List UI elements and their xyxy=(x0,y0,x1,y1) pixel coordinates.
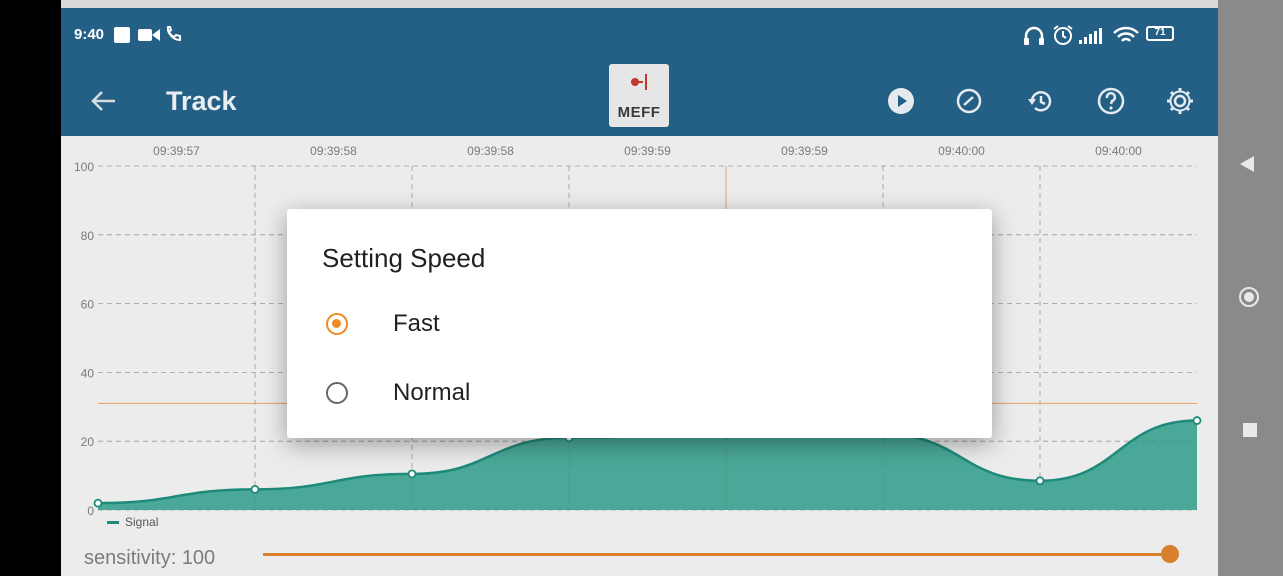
option-normal[interactable]: Normal xyxy=(322,370,962,418)
radio-normal[interactable] xyxy=(326,382,348,404)
radio-fast[interactable] xyxy=(326,313,348,335)
dialog-title: Setting Speed xyxy=(322,243,486,273)
nav-recents-icon[interactable] xyxy=(1243,423,1257,437)
app-window: 9:40 71 Track MEFF 100 80 60 40 20 0 09:… xyxy=(61,8,1218,576)
option-fast[interactable]: Fast xyxy=(322,301,962,349)
setting-speed-dialog: Setting Speed Fast Normal xyxy=(287,209,992,438)
option-normal-label: Normal xyxy=(393,379,471,406)
nav-back-icon[interactable] xyxy=(1240,156,1254,172)
nav-home-icon[interactable] xyxy=(1239,287,1259,307)
top-strip xyxy=(61,0,1218,8)
left-edge xyxy=(0,0,61,576)
option-fast-label: Fast xyxy=(393,310,440,337)
